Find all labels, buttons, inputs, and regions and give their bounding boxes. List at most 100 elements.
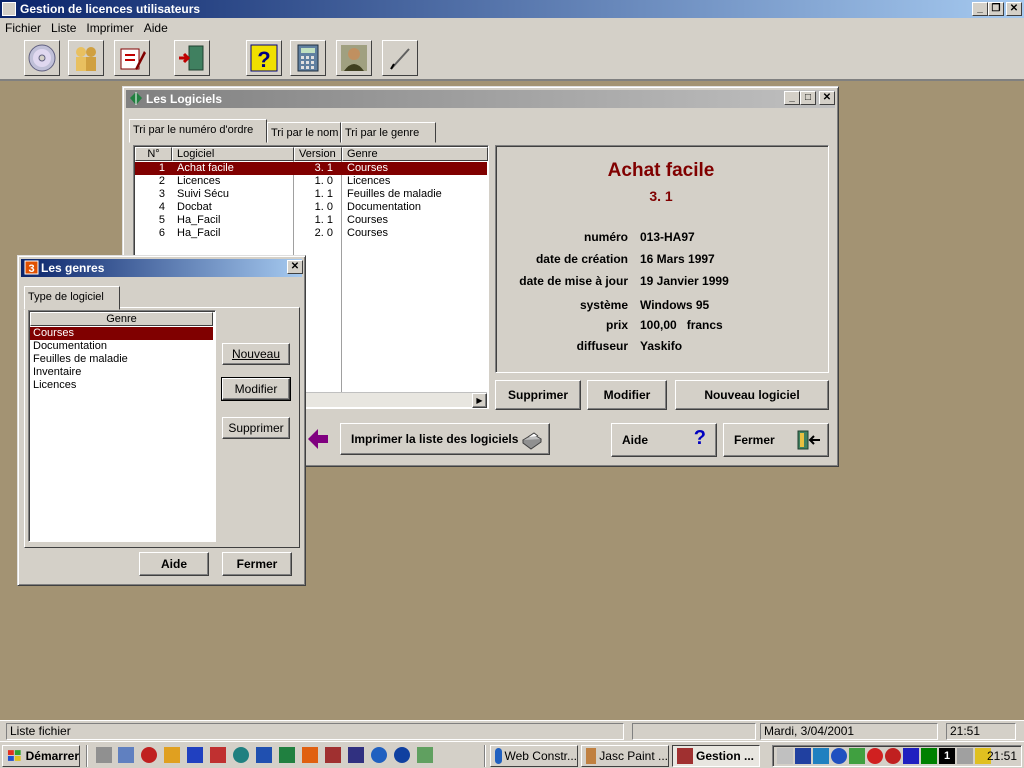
list-item[interactable]: Inventaire: [30, 366, 213, 379]
logiciels-close-button[interactable]: ✕: [819, 91, 835, 105]
menu-imprimer[interactable]: Imprimer: [81, 21, 138, 35]
genres-title-bar[interactable]: 3 Les genres ✕: [21, 259, 303, 277]
tray-icon[interactable]: [813, 748, 829, 764]
edit-form-icon[interactable]: [114, 40, 150, 76]
restore-button[interactable]: ❐: [988, 2, 1004, 16]
tray-icon[interactable]: [885, 748, 901, 764]
genres-window: 3 Les genres ✕ Type de logiciel Genre Co…: [17, 255, 306, 586]
supprimer-logiciel-button[interactable]: Supprimer: [495, 380, 581, 410]
calculator-icon[interactable]: [290, 40, 326, 76]
pen-icon[interactable]: [382, 40, 418, 76]
imprimer-liste-button[interactable]: Imprimer la liste des logiciels: [340, 423, 550, 455]
quicklaunch-app4-icon[interactable]: [302, 747, 318, 763]
fermer-logiciel-button[interactable]: Fermer: [723, 423, 829, 457]
task-gestion[interactable]: Gestion ...: [672, 745, 760, 767]
cd-icon[interactable]: [24, 40, 60, 76]
nouveau-genre-button[interactable]: Nouveau: [222, 343, 290, 365]
col-genre[interactable]: Genre: [30, 312, 213, 326]
menu-liste[interactable]: Liste: [46, 21, 81, 35]
logiciels-minimize-button[interactable]: _: [784, 91, 800, 105]
tray-icon[interactable]: [957, 748, 973, 764]
scroll-right-icon[interactable]: ▶: [472, 393, 487, 408]
system-tray: 1 21:51: [772, 745, 1022, 767]
table-row[interactable]: 1 Achat facile 3. 1 Courses: [135, 162, 487, 175]
logiciels-maximize-button[interactable]: □: [800, 91, 816, 105]
word-icon[interactable]: [256, 747, 272, 763]
quicklaunch-app-icon[interactable]: [164, 747, 180, 763]
table-row[interactable]: 2 Licences 1. 0 Licences: [135, 175, 487, 188]
table-row[interactable]: 4 Docbat 1. 0 Documentation: [135, 201, 487, 214]
tray-icon[interactable]: [777, 748, 793, 764]
tray-icon[interactable]: [867, 748, 883, 764]
start-label: Démarrer: [25, 749, 79, 763]
list-item[interactable]: Feuilles de maladie: [30, 353, 213, 366]
quicklaunch-app5-icon[interactable]: [325, 747, 341, 763]
fermer-genre-button[interactable]: Fermer: [222, 552, 292, 576]
task-label: Jasc Paint ...: [599, 749, 668, 763]
quicklaunch-bank-icon[interactable]: [96, 747, 112, 763]
exit-door-icon[interactable]: [174, 40, 210, 76]
app-title-bar[interactable]: Gestion de licences utilisateurs _ ❐ ✕: [0, 0, 1024, 18]
tray-one-icon[interactable]: 1: [939, 748, 955, 764]
tab-type-logiciel[interactable]: Type de logiciel: [24, 286, 120, 310]
aide-logiciel-button[interactable]: Aide ?: [611, 423, 717, 457]
person-icon[interactable]: [336, 40, 372, 76]
list-item[interactable]: Documentation: [30, 340, 213, 353]
table-row[interactable]: 5 Ha_Facil 1. 1 Courses: [135, 214, 487, 227]
genres-list[interactable]: Genre Courses Documentation Feuilles de ma…: [28, 310, 216, 542]
menu-bar: Fichier Liste Imprimer Aide: [0, 18, 1024, 37]
table-row[interactable]: 6 Ha_Facil 2. 0 Courses: [135, 227, 487, 240]
cell-genre: Courses: [347, 227, 388, 239]
status-time: 21:51: [946, 723, 1016, 740]
quicklaunch-stop-icon[interactable]: [141, 747, 157, 763]
close-button[interactable]: ✕: [1006, 2, 1022, 16]
quicklaunch-app2-icon[interactable]: [187, 747, 203, 763]
nouveau-logiciel-button[interactable]: Nouveau logiciel: [675, 380, 829, 410]
quicklaunch-app3-icon[interactable]: [210, 747, 226, 763]
quicklaunch-app7-icon[interactable]: [394, 747, 410, 763]
col-logiciel[interactable]: Logiciel: [172, 147, 294, 161]
quicklaunch-network-icon[interactable]: [118, 747, 134, 763]
minimize-button[interactable]: _: [972, 2, 988, 16]
tray-icon[interactable]: [831, 748, 847, 764]
tray-icon[interactable]: [921, 748, 937, 764]
menu-fichier[interactable]: Fichier: [0, 21, 46, 35]
excel-icon[interactable]: [279, 747, 295, 763]
cell-version: 1. 1: [314, 214, 333, 226]
cell-genre: Courses: [347, 214, 388, 226]
tab-tri-nom[interactable]: Tri par le nom: [267, 122, 341, 143]
task-web-constr[interactable]: Web Constr...: [490, 745, 578, 767]
table-row[interactable]: 3 Suivi Sécu 1. 1 Feuilles de maladie: [135, 188, 487, 201]
logiciels-title-bar[interactable]: Les Logiciels _ □ ✕: [126, 90, 835, 108]
list-item[interactable]: Courses: [30, 327, 213, 340]
genres-close-button[interactable]: ✕: [287, 260, 303, 274]
modifier-genre-button[interactable]: Modifier: [221, 377, 291, 401]
aide-genre-button[interactable]: Aide: [139, 552, 209, 576]
back-arrow-icon[interactable]: [306, 426, 330, 452]
quicklaunch-app6-icon[interactable]: [348, 747, 364, 763]
task-jasc-paint[interactable]: Jasc Paint ...: [581, 745, 669, 767]
status-bar: Liste fichier Mardi, 3/04/2001 21:51: [0, 720, 1024, 741]
col-genre[interactable]: Genre: [342, 147, 488, 161]
detail-value: 19 Janvier 1999: [640, 274, 729, 288]
modifier-logiciel-button[interactable]: Modifier: [587, 380, 667, 410]
cell-version: 1. 0: [314, 201, 333, 213]
internet-explorer-icon[interactable]: [371, 747, 387, 763]
start-button[interactable]: Démarrer: [2, 745, 80, 767]
menu-aide[interactable]: Aide: [139, 21, 173, 35]
list-item[interactable]: Licences: [30, 379, 213, 392]
windows-logo-icon: [7, 750, 21, 761]
tray-icon[interactable]: [903, 748, 919, 764]
quicklaunch-globe-icon[interactable]: [233, 747, 249, 763]
quicklaunch-app8-icon[interactable]: [417, 747, 433, 763]
users-icon[interactable]: [68, 40, 104, 76]
help-icon[interactable]: ?: [246, 40, 282, 76]
supprimer-genre-button[interactable]: Supprimer: [222, 417, 290, 439]
col-numero[interactable]: N°: [135, 147, 172, 161]
tray-icon[interactable]: [795, 748, 811, 764]
tab-tri-numero[interactable]: Tri par le numéro d'ordre: [129, 119, 267, 143]
cell-numero: 6: [158, 227, 165, 239]
tray-icon[interactable]: [849, 748, 865, 764]
col-version[interactable]: Version: [294, 147, 342, 161]
tab-tri-genre[interactable]: Tri par le genre: [341, 122, 436, 143]
